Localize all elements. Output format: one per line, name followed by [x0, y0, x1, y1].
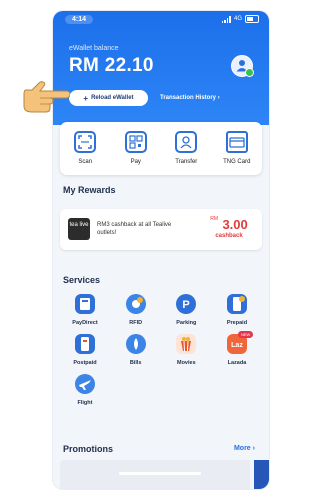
scan-action[interactable]: Scan	[62, 122, 108, 165]
quick-actions-bar: Scan Pay Transfer TNG Card	[60, 122, 262, 175]
scan-label: Scan	[78, 159, 93, 165]
reward-value: RM 3.00 cashback	[200, 216, 258, 239]
tng-card-action[interactable]: TNG Card	[214, 122, 260, 165]
pay-action[interactable]: Pay	[113, 122, 159, 165]
prepaid-label: Prepaid	[226, 320, 248, 326]
postpaid-label: Postpaid	[73, 360, 97, 366]
profile-avatar[interactable]	[231, 55, 254, 77]
home-indicator	[119, 472, 201, 475]
promo-banner-next[interactable]	[254, 460, 269, 489]
qr-pay-icon	[124, 131, 147, 153]
service-movies[interactable]: Movies	[161, 334, 211, 366]
system-indicators: 4G	[221, 15, 259, 23]
pointing-hand-icon	[23, 81, 70, 113]
reward-tag: cashback	[215, 233, 243, 239]
bills-label: Bills	[129, 360, 142, 366]
transaction-history-label: Transaction History	[160, 95, 217, 101]
transaction-history-link[interactable]: Transaction History ›	[160, 90, 220, 106]
chevron-right-icon: ›	[217, 95, 220, 101]
reward-description: RM3 cashback at all Tealive outlets!	[97, 222, 172, 236]
card-icon	[225, 131, 248, 153]
reload-label: Reload eWallet	[91, 95, 134, 101]
movies-icon	[176, 334, 197, 354]
postpaid-icon	[75, 334, 95, 354]
reward-card[interactable]: tea live RM3 cashback at all Tealive out…	[60, 209, 262, 250]
network-type: 4G	[233, 16, 242, 22]
phone-screen: 4:14 4G eWallet balance RM 22.10 + Reloa…	[53, 11, 269, 489]
parking-label: Parking	[176, 320, 197, 326]
tealive-logo: tea live	[68, 218, 90, 240]
plus-icon: +	[83, 93, 89, 103]
movies-label: Movies	[176, 360, 196, 366]
service-postpaid[interactable]: Postpaid	[60, 334, 110, 366]
balance-label: eWallet balance	[69, 45, 119, 52]
service-prepaid[interactable]: Prepaid	[212, 294, 262, 326]
transfer-label: Transfer	[175, 159, 198, 165]
status-bar: 4:14 4G	[53, 14, 269, 28]
lazada-label: Lazada	[227, 360, 247, 366]
battery-icon	[245, 15, 259, 23]
more-label: More	[233, 445, 251, 452]
bills-icon	[125, 334, 146, 354]
paydirect-icon	[75, 294, 95, 314]
status-dot	[245, 68, 254, 77]
reward-amount: 3.00	[222, 217, 248, 232]
services-title: Services	[63, 275, 101, 285]
service-paydirect[interactable]: PayDirect	[60, 294, 110, 326]
service-flight[interactable]: Flight	[60, 374, 110, 406]
rewards-title: My Rewards	[63, 185, 116, 195]
service-bills[interactable]: Bills	[111, 334, 161, 366]
wallet-header: 4:14 4G eWallet balance RM 22.10 + Reloa…	[53, 11, 269, 125]
transfer-icon	[175, 131, 198, 153]
promotions-title: Promotions	[63, 444, 114, 454]
transfer-action[interactable]: Transfer	[163, 122, 209, 165]
status-time: 4:14	[65, 15, 94, 24]
rfid-icon	[125, 294, 146, 314]
rfid-label: RFID	[129, 320, 143, 326]
paydirect-label: PayDirect	[72, 320, 98, 326]
pay-label: Pay	[130, 159, 141, 165]
reload-ewallet-button[interactable]: + Reload eWallet	[69, 90, 148, 106]
service-lazada[interactable]: Laz NEW Lazada	[212, 331, 262, 366]
signal-icon	[221, 15, 231, 23]
flight-label: Flight	[77, 400, 93, 406]
service-rfid[interactable]: RFID	[111, 294, 161, 326]
balance-amount: RM 22.10	[69, 55, 154, 76]
reward-currency: RM	[210, 216, 218, 222]
services-grid: PayDirect RFID P Parking Prepaid Postpai…	[60, 294, 262, 414]
parking-icon: P	[176, 294, 197, 314]
tng-card-label: TNG Card	[223, 159, 251, 165]
scan-icon	[74, 131, 97, 153]
new-badge: NEW	[237, 331, 254, 338]
promotions-more-link[interactable]: More ›	[234, 445, 255, 452]
svg-text:Laz: Laz	[231, 342, 243, 349]
chevron-right-icon: ›	[252, 445, 255, 452]
service-parking[interactable]: P Parking	[161, 294, 211, 326]
flight-icon	[75, 374, 95, 394]
prepaid-icon	[226, 294, 247, 314]
svg-text:P: P	[183, 299, 190, 311]
